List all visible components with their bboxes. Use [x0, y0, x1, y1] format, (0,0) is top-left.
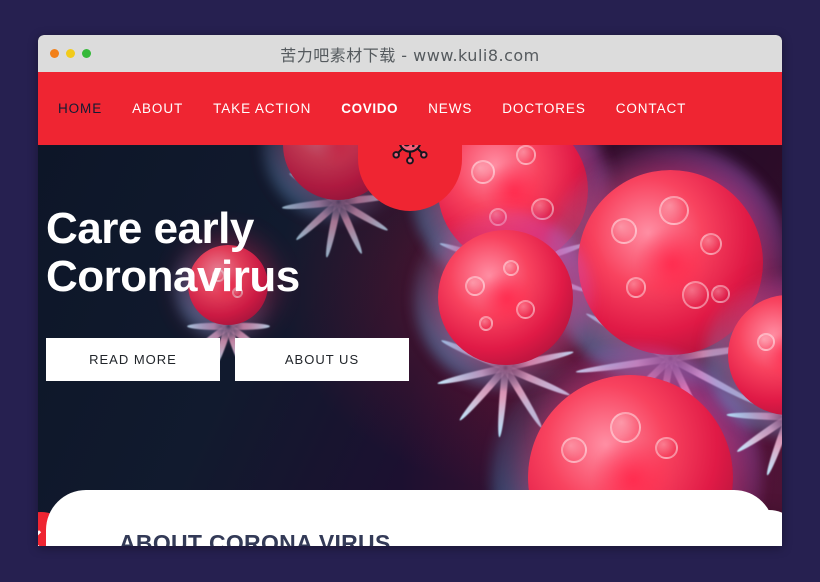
about-section: ABOUT CORONA VIRUS — [46, 490, 774, 546]
nav-item-take-action[interactable]: TAKE ACTION — [213, 101, 311, 116]
nav-item-news[interactable]: NEWS — [428, 101, 472, 116]
window-title: 苦力吧素材下载 - www.kuli8.com — [280, 45, 540, 65]
about-us-button[interactable]: ABOUT US — [235, 337, 409, 381]
nav-item-covido[interactable]: COVIDO — [341, 101, 398, 116]
minimize-button[interactable] — [66, 49, 75, 58]
about-section-title: ABOUT CORONA VIRUS — [119, 530, 391, 546]
maximize-button[interactable] — [82, 49, 91, 58]
window-controls — [50, 49, 91, 58]
main-navigation: HOME ABOUT TAKE ACTION COVIDO NEWS DOCTO… — [38, 72, 782, 145]
hero-content: Care early Coronavirus READ MORE ABOUT U… — [46, 204, 409, 381]
virus-illustration — [706, 273, 782, 477]
read-more-button[interactable]: READ MORE — [46, 337, 220, 381]
close-button[interactable] — [50, 49, 59, 58]
nav-item-about[interactable]: ABOUT — [132, 101, 183, 116]
browser-title-bar: 苦力吧素材下载 - www.kuli8.com — [38, 35, 782, 72]
nav-item-contact[interactable]: CONTACT — [616, 101, 687, 116]
hero-title: Care early Coronavirus — [46, 204, 300, 302]
nav-item-home[interactable]: HOME — [58, 101, 102, 116]
browser-window: 苦力吧素材下载 - www.kuli8.com HOME ABOUT TAKE … — [38, 35, 782, 546]
nav-item-doctores[interactable]: DOCTORES — [502, 101, 585, 116]
hero-button-group: READ MORE ABOUT US — [46, 337, 409, 381]
